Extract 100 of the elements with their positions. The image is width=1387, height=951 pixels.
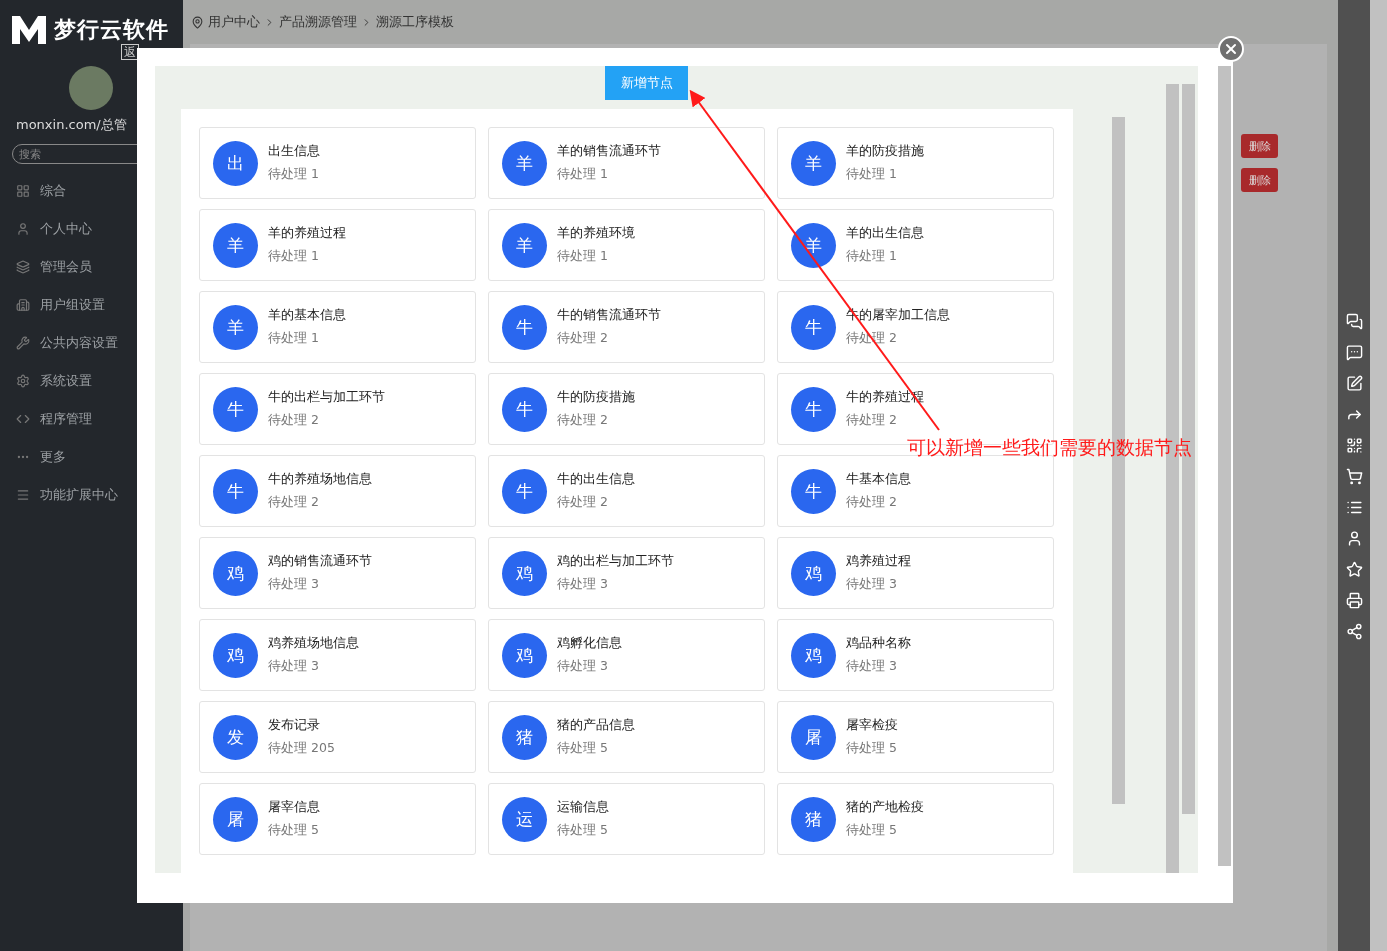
sidebar-item[interactable]: 程序管理: [0, 400, 183, 438]
code-icon: [16, 412, 30, 426]
chat-icon[interactable]: [1345, 313, 1363, 330]
node-card[interactable]: 羊 羊的销售流通环节 待处理 1: [488, 127, 765, 199]
node-avatar: 鸡: [791, 550, 836, 596]
user-name: monxin.com/总管: [16, 116, 127, 134]
node-card[interactable]: 运 运输信息 待处理 5: [488, 783, 765, 855]
node-status: 待处理 2: [846, 494, 898, 511]
node-avatar: 屠: [791, 714, 836, 760]
node-title: 发布记录: [268, 717, 321, 734]
share-icon[interactable]: [1345, 623, 1363, 640]
node-title: 牛基本信息: [846, 471, 911, 488]
node-avatar: 牛: [502, 304, 547, 350]
cart-icon[interactable]: [1345, 468, 1363, 485]
breadcrumb-link[interactable]: 溯源工序模板: [376, 13, 454, 31]
node-card[interactable]: 鸡 鸡养殖场地信息 待处理 3: [199, 619, 476, 691]
node-avatar: 发: [213, 714, 258, 760]
sidebar-item[interactable]: 管理会员: [0, 248, 183, 286]
logo-text: 梦行云软件: [54, 16, 169, 44]
node-title: 屠宰信息: [268, 799, 320, 816]
edit-icon[interactable]: [1345, 375, 1363, 392]
node-status: 待处理 1: [268, 166, 320, 183]
node-card[interactable]: 鸡 鸡的出栏与加工环节 待处理 3: [488, 537, 765, 609]
list-icon[interactable]: [1345, 499, 1363, 516]
node-status: 待处理 1: [268, 330, 320, 347]
node-card[interactable]: 鸡 鸡孵化信息 待处理 3: [488, 619, 765, 691]
sidebar-item[interactable]: 综合: [0, 172, 183, 210]
node-title: 牛的养殖场地信息: [268, 471, 372, 488]
node-card[interactable]: 牛 牛的销售流通环节 待处理 2: [488, 291, 765, 363]
node-title: 牛的防疫措施: [557, 389, 635, 406]
node-card[interactable]: 羊 羊的防疫措施 待处理 1: [777, 127, 1054, 199]
qr-code-icon[interactable]: [1345, 437, 1363, 454]
message-icon[interactable]: [1345, 344, 1363, 361]
node-avatar: 出: [213, 140, 258, 186]
delete-button[interactable]: 删除: [1241, 134, 1278, 158]
scrollbar[interactable]: [1218, 66, 1231, 866]
sidebar-item[interactable]: 个人中心: [0, 210, 183, 248]
sidebar-item[interactable]: 更多: [0, 438, 183, 476]
building-icon: [16, 298, 30, 312]
node-card[interactable]: 牛 牛的养殖场地信息 待处理 2: [199, 455, 476, 527]
sidebar-item[interactable]: 功能扩展中心: [0, 476, 183, 514]
node-avatar: 牛: [213, 386, 258, 432]
node-card[interactable]: 牛 牛的防疫措施 待处理 2: [488, 373, 765, 445]
grid-icon: [16, 184, 30, 198]
node-avatar: 羊: [791, 222, 836, 268]
node-status: 待处理 2: [846, 330, 898, 347]
node-title: 羊的养殖过程: [268, 225, 346, 242]
node-card[interactable]: 出 出生信息 待处理 1: [199, 127, 476, 199]
node-status: 待处理 2: [268, 494, 320, 511]
node-card[interactable]: 猪 猪的产品信息 待处理 5: [488, 701, 765, 773]
node-avatar: 鸡: [213, 550, 258, 596]
node-title: 鸡养殖过程: [846, 553, 911, 570]
sidebar-item[interactable]: 系统设置: [0, 362, 183, 400]
node-card[interactable]: 鸡 鸡养殖过程 待处理 3: [777, 537, 1054, 609]
sidebar-item[interactable]: 用户组设置: [0, 286, 183, 324]
node-status: 待处理 1: [846, 166, 898, 183]
node-card[interactable]: 猪 猪的产地检疫 待处理 5: [777, 783, 1054, 855]
node-title: 猪的产品信息: [557, 717, 635, 734]
node-avatar: 屠: [213, 796, 258, 842]
node-avatar: 羊: [213, 304, 258, 350]
user-icon: [16, 222, 30, 236]
node-status: 待处理 3: [268, 658, 320, 675]
node-card[interactable]: 发 发布记录 待处理 205: [199, 701, 476, 773]
node-status: 待处理 2: [268, 412, 320, 429]
node-title: 羊的养殖环境: [557, 225, 635, 242]
node-title: 运输信息: [557, 799, 609, 816]
close-button[interactable]: [1218, 36, 1244, 62]
node-status: 待处理 1: [846, 248, 898, 265]
sidebar-item[interactable]: 公共内容设置: [0, 324, 183, 362]
node-card[interactable]: 羊 羊的养殖环境 待处理 1: [488, 209, 765, 281]
wrench-icon: [16, 336, 30, 350]
node-card[interactable]: 鸡 鸡品种名称 待处理 3: [777, 619, 1054, 691]
node-card[interactable]: 屠 屠宰检疫 待处理 5: [777, 701, 1054, 773]
node-avatar: 鸡: [791, 632, 836, 678]
settings-icon: [16, 374, 30, 388]
node-card[interactable]: 羊 羊的基本信息 待处理 1: [199, 291, 476, 363]
node-card[interactable]: 牛 牛的出栏与加工环节 待处理 2: [199, 373, 476, 445]
menu-icon: [16, 488, 30, 502]
node-card[interactable]: 鸡 鸡的销售流通环节 待处理 3: [199, 537, 476, 609]
print-icon[interactable]: [1345, 592, 1363, 609]
node-status: 待处理 205: [268, 740, 335, 757]
layers-icon: [16, 260, 30, 274]
node-avatar: 鸡: [502, 550, 547, 596]
node-card[interactable]: 牛 牛的出生信息 待处理 2: [488, 455, 765, 527]
node-avatar: 羊: [791, 140, 836, 186]
node-title: 鸡养殖场地信息: [268, 635, 359, 652]
node-status: 待处理 2: [557, 494, 609, 511]
node-card[interactable]: 羊 羊的养殖过程 待处理 1: [199, 209, 476, 281]
breadcrumb-link[interactable]: 用户中心: [208, 13, 260, 31]
node-title: 羊的防疫措施: [846, 143, 924, 160]
node-avatar: 羊: [213, 222, 258, 268]
breadcrumb-link[interactable]: 产品溯源管理: [279, 13, 357, 31]
node-card[interactable]: 屠 屠宰信息 待处理 5: [199, 783, 476, 855]
node-status: 待处理 5: [846, 822, 898, 839]
node-card[interactable]: 羊 羊的出生信息 待处理 1: [777, 209, 1054, 281]
delete-button[interactable]: 删除: [1241, 168, 1278, 192]
star-icon[interactable]: [1345, 561, 1363, 578]
node-title: 出生信息: [268, 143, 320, 160]
node-title: 羊的销售流通环节: [557, 143, 661, 160]
node-avatar: 鸡: [213, 632, 258, 678]
